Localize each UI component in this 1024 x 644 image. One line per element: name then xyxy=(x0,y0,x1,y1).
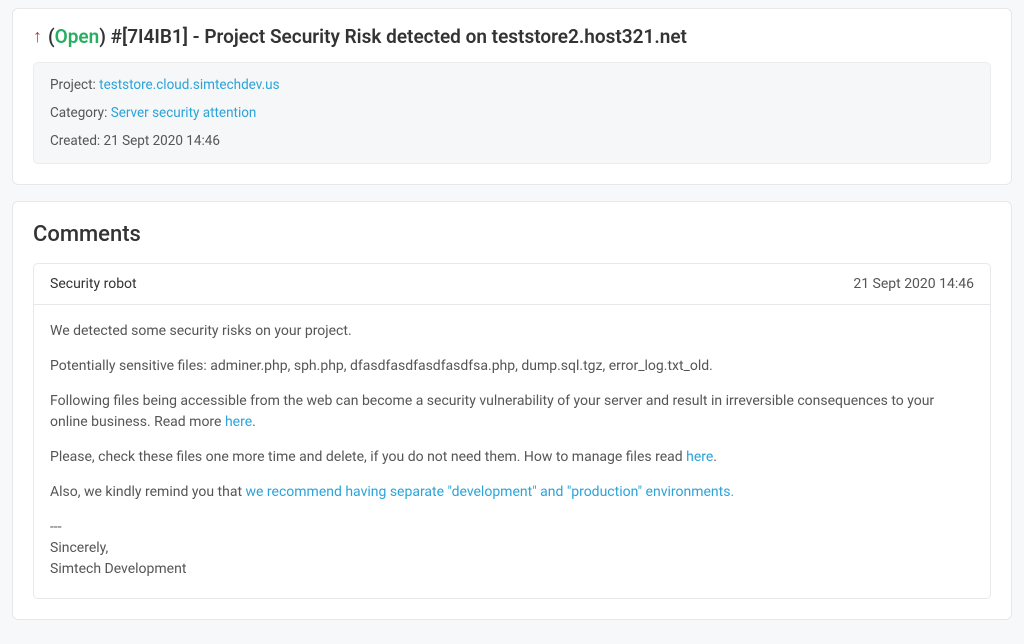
meta-row-category: Category: Server security attention xyxy=(50,105,974,121)
comment-p5: Also, we kindly remind you that we recom… xyxy=(50,482,974,503)
priority-arrow-icon: ↑ xyxy=(33,26,42,47)
comment-p4: Please, check these files one more time … xyxy=(50,447,974,468)
p3-readmore-link[interactable]: here xyxy=(225,414,252,430)
sig-line1: Sincerely, xyxy=(50,540,108,556)
status-open-label: Open xyxy=(55,25,100,48)
comment-author: Security robot xyxy=(50,276,137,292)
p5-text: Also, we kindly remind you that xyxy=(50,484,246,500)
comment-header: Security robot 21 Sept 2020 14:46 xyxy=(34,264,990,305)
ticket-meta-box: Project: teststore.cloud.simtechdev.us C… xyxy=(33,62,991,164)
comments-card: Comments Security robot 21 Sept 2020 14:… xyxy=(12,201,1012,620)
status-paren-open: ( xyxy=(48,25,55,48)
meta-row-created: Created: 21 Sept 2020 14:46 xyxy=(50,133,974,149)
meta-row-project: Project: teststore.cloud.simtechdev.us xyxy=(50,77,974,93)
comment-p2: Potentially sensitive files: adminer.php… xyxy=(50,356,974,377)
ticket-title-text: #[7I4IB1] - Project Security Risk detect… xyxy=(106,25,687,48)
p4-suffix: . xyxy=(713,449,717,465)
project-label: Project: xyxy=(50,77,99,93)
comment-body: We detected some security risks on your … xyxy=(34,305,990,598)
p2-files: adminer.php, sph.php, dfasdfasdfasdfasdf… xyxy=(210,358,709,374)
ticket-title: (Open) #[7I4IB1] - Project Security Risk… xyxy=(48,25,687,48)
ticket-card: ↑ (Open) #[7I4IB1] - Project Security Ri… xyxy=(12,8,1012,185)
sig-dashes: --- xyxy=(50,519,62,535)
comment-p3: Following files being accessible from th… xyxy=(50,391,974,433)
project-link[interactable]: teststore.cloud.simtechdev.us xyxy=(99,77,279,93)
p5-recommend-link[interactable]: we recommend having separate "developmen… xyxy=(246,484,735,500)
p2-prefix: Potentially sensitive files: xyxy=(50,358,210,374)
category-link[interactable]: Server security attention xyxy=(111,105,257,121)
p4-text: Please, check these files one more time … xyxy=(50,449,686,465)
status-paren-close: ) xyxy=(99,25,106,48)
comment-signature: --- Sincerely, Simtech Development xyxy=(50,517,974,580)
p4-manage-link[interactable]: here xyxy=(686,449,713,465)
comments-heading: Comments xyxy=(33,218,991,263)
created-label: Created: xyxy=(50,133,104,149)
p3-suffix: . xyxy=(252,414,256,430)
p3-text: Following files being accessible from th… xyxy=(50,393,934,430)
ticket-header: ↑ (Open) #[7I4IB1] - Project Security Ri… xyxy=(33,25,991,62)
comment-date: 21 Sept 2020 14:46 xyxy=(853,276,974,292)
comment-item: Security robot 21 Sept 2020 14:46 We det… xyxy=(33,263,991,599)
sig-line2: Simtech Development xyxy=(50,561,186,577)
category-label: Category: xyxy=(50,105,111,121)
created-value: 21 Sept 2020 14:46 xyxy=(104,133,220,149)
comment-p1: We detected some security risks on your … xyxy=(50,321,974,342)
p2-suffix: . xyxy=(709,358,713,374)
